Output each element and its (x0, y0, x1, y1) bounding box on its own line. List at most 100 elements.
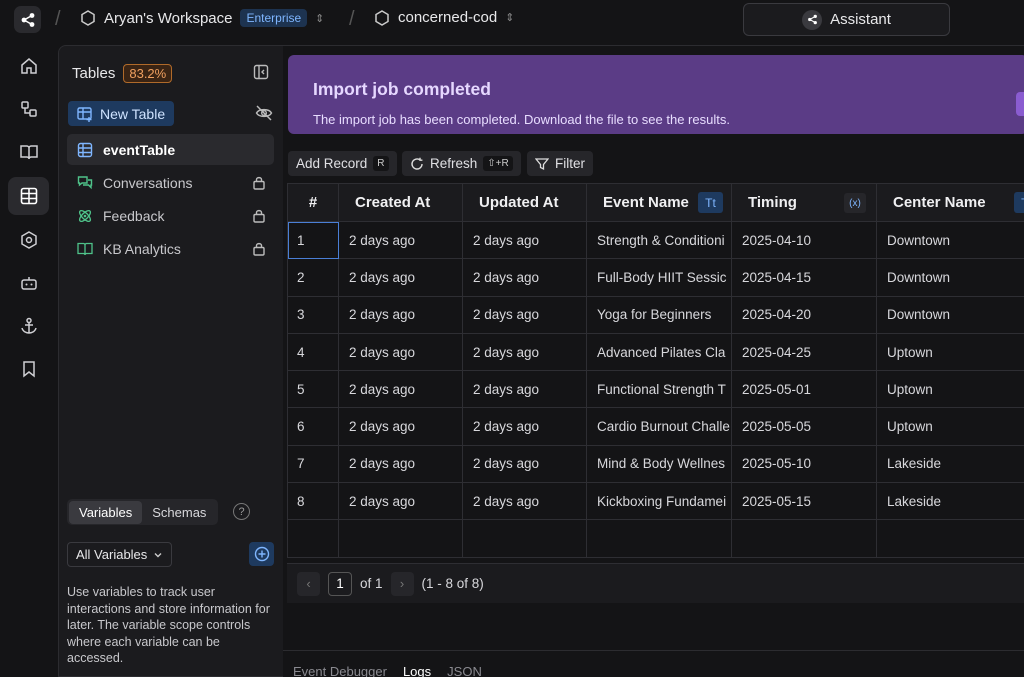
cell-created-at[interactable]: 2 days ago (338, 482, 463, 521)
hexagon-icon[interactable] (8, 221, 49, 259)
cell-index[interactable]: 4 (287, 332, 339, 372)
cell-created-at[interactable]: 2 days ago (338, 220, 463, 260)
cell-event-name[interactable]: Mind & Body Wellnes (586, 444, 732, 484)
chevron-left-icon[interactable]: ‹ (297, 571, 320, 596)
filter-button[interactable]: Filter (527, 151, 593, 176)
cell-updated-at[interactable]: 2 days ago (462, 295, 587, 334)
cell-index[interactable]: 7 (287, 444, 339, 484)
home-icon[interactable] (8, 47, 49, 85)
app-logo-icon[interactable] (14, 6, 41, 33)
table-row[interactable]: 2 2 days ago 2 days ago Full-Body HIIT S… (287, 258, 1024, 297)
cell-created-at[interactable]: 2 days ago (338, 370, 463, 409)
eye-off-icon[interactable] (255, 104, 273, 127)
table-row[interactable]: 4 2 days ago 2 days ago Advanced Pilates… (287, 332, 1024, 372)
tab-variables[interactable]: Variables (69, 500, 143, 524)
cell-timing[interactable]: 2025-04-15 (731, 258, 877, 297)
cell-timing[interactable]: 2025-04-10 (731, 220, 877, 260)
cell-timing[interactable]: 2025-05-01 (731, 370, 877, 409)
table-item-feedback[interactable]: Feedback (67, 200, 274, 231)
table-row[interactable]: 3 2 days ago 2 days ago Yoga for Beginne… (287, 295, 1024, 334)
bookmark-icon[interactable] (8, 350, 49, 388)
cell-center-name[interactable]: Uptown (876, 332, 1024, 372)
chevron-right-icon[interactable]: › (390, 571, 414, 596)
add-variable-button[interactable] (249, 542, 274, 566)
new-table-button[interactable]: New Table (68, 101, 175, 126)
column-header-index[interactable]: # (287, 183, 339, 222)
cell-center-name[interactable]: Downtown (876, 258, 1024, 297)
add-record-button[interactable]: Add Record R (288, 151, 397, 176)
cell-created-at[interactable]: 2 days ago (338, 332, 463, 372)
cell-created-at[interactable]: 2 days ago (338, 258, 463, 297)
banner-download-button[interactable] (1016, 92, 1024, 116)
table-row-empty[interactable] (287, 519, 1024, 558)
cell-center-name[interactable]: Uptown (876, 407, 1024, 446)
cell-event-name[interactable]: Cardio Burnout Challe (586, 407, 732, 446)
empty-cell[interactable] (338, 519, 463, 558)
cell-event-name[interactable]: Kickboxing Fundamei (586, 482, 732, 521)
cell-timing[interactable]: 2025-05-05 (731, 407, 877, 446)
tab-schemas[interactable]: Schemas (142, 501, 216, 524)
project-switcher[interactable]: concerned-cod ⇕ (374, 9, 514, 26)
cell-center-name[interactable]: Downtown (876, 295, 1024, 334)
cell-updated-at[interactable]: 2 days ago (462, 258, 587, 297)
cell-timing[interactable]: 2025-04-20 (731, 295, 877, 334)
assistant-button[interactable]: Assistant (743, 3, 950, 36)
cell-index[interactable]: 6 (287, 407, 339, 446)
table-item-eventtable[interactable]: eventTable (67, 134, 274, 165)
column-header-center-name[interactable]: Center Name Tt (876, 183, 1024, 222)
tab-event-debugger[interactable]: Event Debugger (293, 664, 387, 677)
cell-event-name[interactable]: Full-Body HIIT Sessic (586, 258, 732, 297)
tab-logs[interactable]: Logs (403, 664, 431, 677)
cell-timing[interactable]: 2025-05-15 (731, 482, 877, 521)
table-row[interactable]: 7 2 days ago 2 days ago Mind & Body Well… (287, 444, 1024, 484)
cell-updated-at[interactable]: 2 days ago (462, 220, 587, 260)
cell-center-name[interactable]: Lakeside (876, 444, 1024, 484)
table-row[interactable]: 5 2 days ago 2 days ago Functional Stren… (287, 370, 1024, 409)
empty-cell[interactable] (876, 519, 1024, 558)
column-header-updated-at[interactable]: Updated At (462, 183, 587, 222)
cell-event-name[interactable]: Advanced Pilates Cla (586, 332, 732, 372)
tab-json[interactable]: JSON (447, 664, 482, 677)
cell-index[interactable]: 8 (287, 482, 339, 521)
help-icon[interactable]: ? (233, 503, 250, 520)
table-icon[interactable] (8, 177, 49, 215)
empty-cell[interactable] (462, 519, 587, 558)
empty-cell[interactable] (586, 519, 732, 558)
flow-icon[interactable] (8, 90, 49, 128)
variables-filter-select[interactable]: All Variables (67, 542, 173, 567)
column-header-timing[interactable]: Timing (x) (731, 183, 877, 222)
bot-icon[interactable] (8, 264, 49, 302)
page-number-input[interactable]: 1 (328, 571, 352, 596)
cell-index[interactable]: 2 (287, 258, 339, 297)
cell-timing[interactable]: 2025-04-25 (731, 332, 877, 372)
cell-updated-at[interactable]: 2 days ago (462, 407, 587, 446)
collapse-panel-icon[interactable] (253, 64, 269, 85)
cell-event-name[interactable]: Functional Strength T (586, 370, 732, 409)
cell-event-name[interactable]: Strength & Conditioni (586, 220, 732, 260)
cell-created-at[interactable]: 2 days ago (338, 444, 463, 484)
cell-created-at[interactable]: 2 days ago (338, 295, 463, 334)
cell-center-name[interactable]: Uptown (876, 370, 1024, 409)
cell-event-name[interactable]: Yoga for Beginners (586, 295, 732, 334)
anchor-icon[interactable] (8, 307, 49, 345)
book-open-icon[interactable] (8, 133, 49, 171)
cell-index[interactable]: 1 (287, 220, 339, 260)
cell-index[interactable]: 5 (287, 370, 339, 409)
refresh-button[interactable]: Refresh ⇧+R (402, 151, 521, 176)
workspace-switcher[interactable]: Aryan's Workspace Enterprise ⇕ (80, 9, 324, 27)
cell-created-at[interactable]: 2 days ago (338, 407, 463, 446)
column-header-created-at[interactable]: Created At (338, 183, 463, 222)
table-row[interactable]: 8 2 days ago 2 days ago Kickboxing Funda… (287, 482, 1024, 521)
cell-updated-at[interactable]: 2 days ago (462, 482, 587, 521)
cell-updated-at[interactable]: 2 days ago (462, 370, 587, 409)
cell-index[interactable]: 3 (287, 295, 339, 334)
cell-center-name[interactable]: Downtown (876, 220, 1024, 260)
cell-timing[interactable]: 2025-05-10 (731, 444, 877, 484)
cell-updated-at[interactable]: 2 days ago (462, 332, 587, 372)
table-row[interactable]: 1 2 days ago 2 days ago Strength & Condi… (287, 220, 1024, 260)
table-item-conversations[interactable]: Conversations (67, 167, 274, 198)
empty-cell[interactable] (287, 519, 339, 558)
column-header-event-name[interactable]: Event Name Tt (586, 183, 732, 222)
table-row[interactable]: 6 2 days ago 2 days ago Cardio Burnout C… (287, 407, 1024, 446)
table-item-kb-analytics[interactable]: KB Analytics (67, 233, 274, 264)
